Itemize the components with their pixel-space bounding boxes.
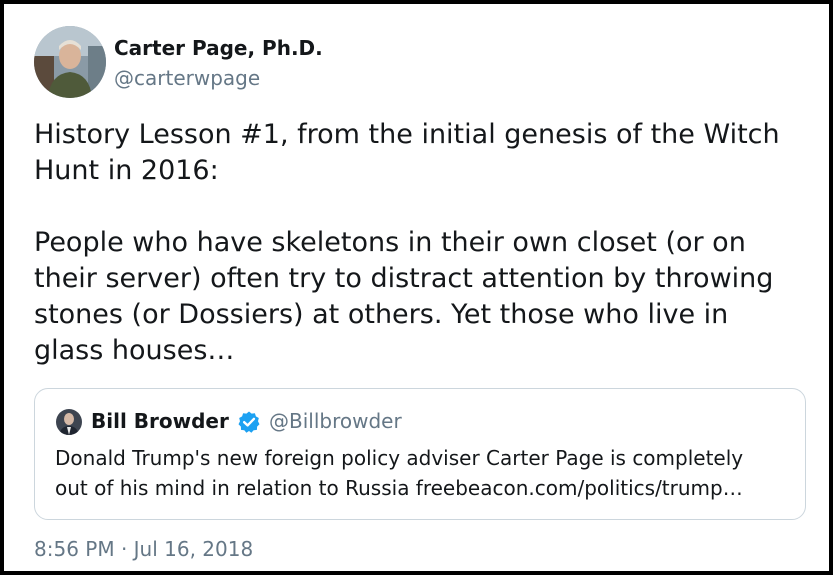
quoted-author-handle[interactable]: @Billbrowder xyxy=(269,409,402,433)
author-avatar[interactable] xyxy=(34,26,106,98)
tweet-text-line: glass houses… xyxy=(34,335,235,366)
quoted-author-avatar[interactable] xyxy=(56,409,82,435)
author-display-name[interactable]: Carter Page, Ph.D. xyxy=(114,36,323,60)
quoted-text-line: Donald Trump's new foreign policy advise… xyxy=(55,446,744,470)
tweet-text-line: People who have skeletons in their own c… xyxy=(34,227,746,258)
tweet-card: Carter Page, Ph.D. @carterwpage History … xyxy=(0,0,833,575)
verified-badge-icon xyxy=(237,410,261,434)
tweet-text-line: their server) often try to distract atte… xyxy=(34,263,774,294)
quoted-author-name[interactable]: Bill Browder xyxy=(91,409,229,433)
author-handle[interactable]: @carterwpage xyxy=(114,66,260,90)
tweet-text-line: History Lesson #1, from the initial gene… xyxy=(34,119,780,150)
tweet-timestamp[interactable]: 8:56 PM · Jul 16, 2018 xyxy=(34,537,253,561)
tweet-text-line: Hunt in 2016: xyxy=(34,155,219,186)
quoted-text-line[interactable]: out of his mind in relation to Russia fr… xyxy=(55,473,795,503)
quoted-tweet-text: Donald Trump's new foreign policy advise… xyxy=(55,443,795,503)
quoted-tweet[interactable]: Bill Browder @Billbrowder Donald Trump's… xyxy=(34,388,806,520)
tweet-text: History Lesson #1, from the initial gene… xyxy=(34,117,814,369)
tweet-text-line: stones (or Dossiers) at others. Yet thos… xyxy=(34,299,729,330)
